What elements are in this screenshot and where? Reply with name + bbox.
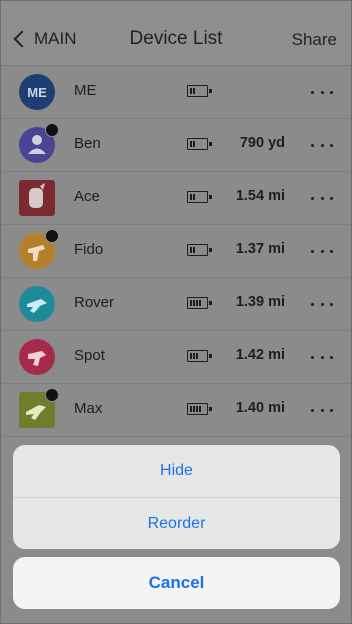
battery-level-bar xyxy=(193,353,195,359)
device-row-spot[interactable]: Spot 1.42 mi xyxy=(1,331,351,384)
device-row-ace[interactable]: Ace 1.54 mi xyxy=(1,172,351,225)
more-options-icon[interactable] xyxy=(311,243,333,259)
device-name: Fido xyxy=(74,241,104,258)
device-distance: 1.37 mi xyxy=(235,241,285,257)
battery-level-bar xyxy=(199,300,201,306)
device-row-fido[interactable]: Fido 1.37 mi xyxy=(1,225,351,278)
dog-icon xyxy=(28,351,46,366)
pin-badge-icon xyxy=(45,229,59,243)
battery-level-bar xyxy=(193,406,195,412)
avatar-initials: ME xyxy=(27,84,47,100)
avatar xyxy=(19,339,55,375)
more-options-icon[interactable] xyxy=(311,137,333,153)
battery-icon xyxy=(187,191,212,203)
avatar: ME xyxy=(19,74,55,110)
device-list-screen: MAIN Device List Share ME ME Ben 790 yd … xyxy=(0,0,352,624)
battery-icon xyxy=(187,138,212,150)
dog-icon xyxy=(27,299,47,313)
device-distance: 1.42 mi xyxy=(235,347,285,363)
battery-icon xyxy=(187,403,212,415)
device-name: Ben xyxy=(74,135,101,152)
device-name: Spot xyxy=(74,347,105,364)
device-list: ME ME Ben 790 yd Ace 1.54 mi Fido 1.37 m… xyxy=(1,66,351,437)
more-options-icon[interactable] xyxy=(311,349,333,365)
battery-level-bar xyxy=(196,300,198,306)
battery-level-bar xyxy=(196,406,198,412)
battery-icon xyxy=(187,244,212,256)
more-options-icon[interactable] xyxy=(311,296,333,312)
device-distance: 1.39 mi xyxy=(235,294,285,310)
cancel-button[interactable]: Cancel xyxy=(13,557,340,609)
device-distance: 790 yd xyxy=(239,135,285,151)
battery-level-bar xyxy=(193,141,195,147)
more-options-icon[interactable] xyxy=(311,402,333,418)
dog-photo-icon xyxy=(29,183,45,208)
battery-level-bar xyxy=(190,141,192,147)
pin-badge-icon xyxy=(45,123,59,137)
avatar xyxy=(19,229,59,269)
device-distance: 1.40 mi xyxy=(235,400,285,416)
hide-button[interactable]: Hide xyxy=(13,445,340,497)
battery-level-bar xyxy=(190,406,192,412)
device-row-max[interactable]: Max 1.40 mi xyxy=(1,384,351,437)
battery-icon xyxy=(187,350,212,362)
avatar xyxy=(19,123,59,163)
battery-level-bar xyxy=(193,194,195,200)
avatar xyxy=(19,180,55,216)
navigation-bar: MAIN Device List Share xyxy=(1,1,351,66)
device-name: Rover xyxy=(74,294,115,311)
avatar xyxy=(19,286,55,322)
share-button[interactable]: Share xyxy=(292,30,337,50)
device-name: Ace xyxy=(74,188,100,205)
reorder-button[interactable]: Reorder xyxy=(13,497,340,549)
battery-level-bar xyxy=(199,406,201,412)
device-row-ben[interactable]: Ben 790 yd xyxy=(1,119,351,172)
battery-level-bar xyxy=(190,247,192,253)
more-options-icon[interactable] xyxy=(311,190,333,206)
battery-level-bar xyxy=(190,353,192,359)
pin-badge-icon xyxy=(45,388,59,402)
device-distance: 1.54 mi xyxy=(235,188,285,204)
battery-level-bar xyxy=(190,88,192,94)
device-row-rover[interactable]: Rover 1.39 mi xyxy=(1,278,351,331)
battery-level-bar xyxy=(196,353,198,359)
action-sheet: Hide Reorder xyxy=(13,445,340,549)
battery-level-bar xyxy=(193,247,195,253)
more-options-icon[interactable] xyxy=(311,84,333,100)
device-name: ME xyxy=(74,82,97,99)
battery-icon xyxy=(187,85,212,97)
battery-icon xyxy=(187,297,212,309)
battery-level-bar xyxy=(193,88,195,94)
battery-level-bar xyxy=(190,300,192,306)
device-row-me[interactable]: ME ME xyxy=(1,66,351,119)
avatar xyxy=(19,388,59,428)
battery-level-bar xyxy=(193,300,195,306)
device-name: Max xyxy=(74,400,103,417)
battery-level-bar xyxy=(190,194,192,200)
